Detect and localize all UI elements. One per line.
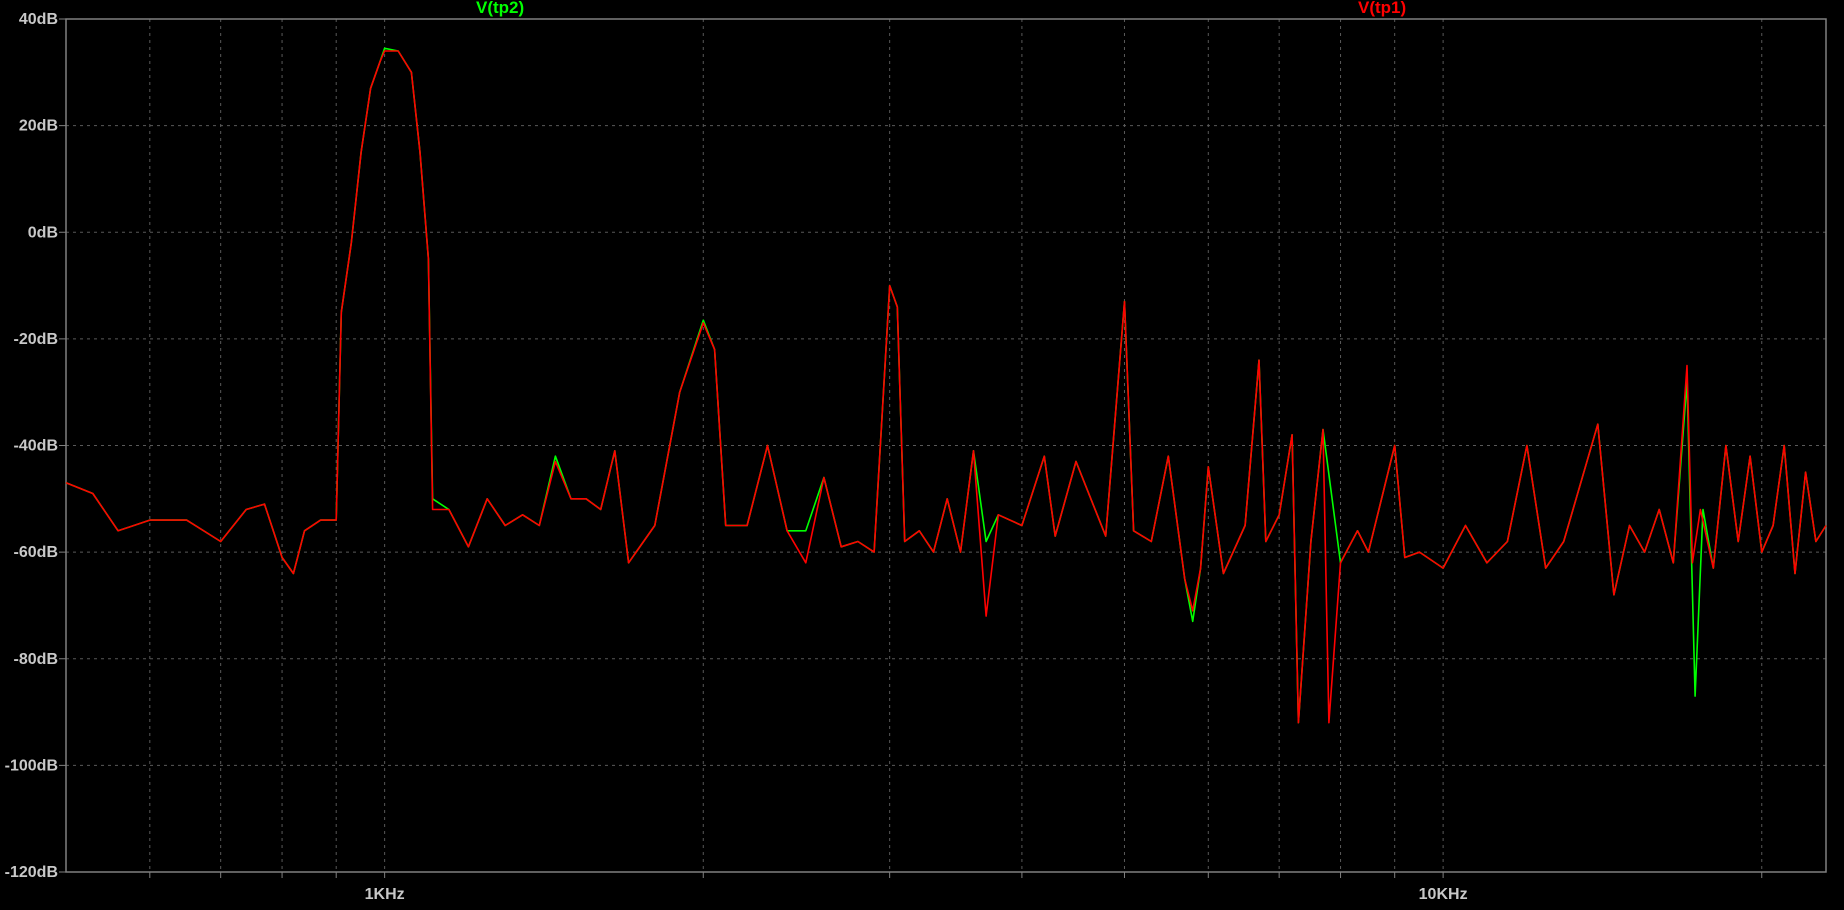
x-tick-label: 10KHz (1419, 886, 1468, 903)
x-tick-label: 1KHz (365, 886, 405, 903)
y-tick-label: -40dB (14, 438, 58, 455)
y-tick-label: -120dB (5, 864, 58, 881)
trace-tp2 (65, 47, 1827, 724)
legend-label-tp2[interactable]: V(tp2) (476, 0, 524, 18)
trace-tp1 (65, 50, 1827, 724)
y-tick-label: -20dB (14, 331, 58, 348)
y-tick-label: -100dB (5, 757, 58, 774)
y-tick-label: 20dB (19, 118, 58, 135)
y-tick-label: -60dB (14, 544, 58, 561)
plot-frame (65, 18, 1827, 873)
y-tick-label: 40dB (19, 11, 58, 28)
spectrum-plot: 40dB 20dB 0dB -20dB -40dB -60dB -80dB -100dB -12… (5, 11, 1827, 903)
legend-label-tp1[interactable]: V(tp1) (1358, 0, 1406, 18)
y-tick-label: 0dB (28, 224, 58, 241)
y-tick-label: -80dB (14, 651, 58, 668)
